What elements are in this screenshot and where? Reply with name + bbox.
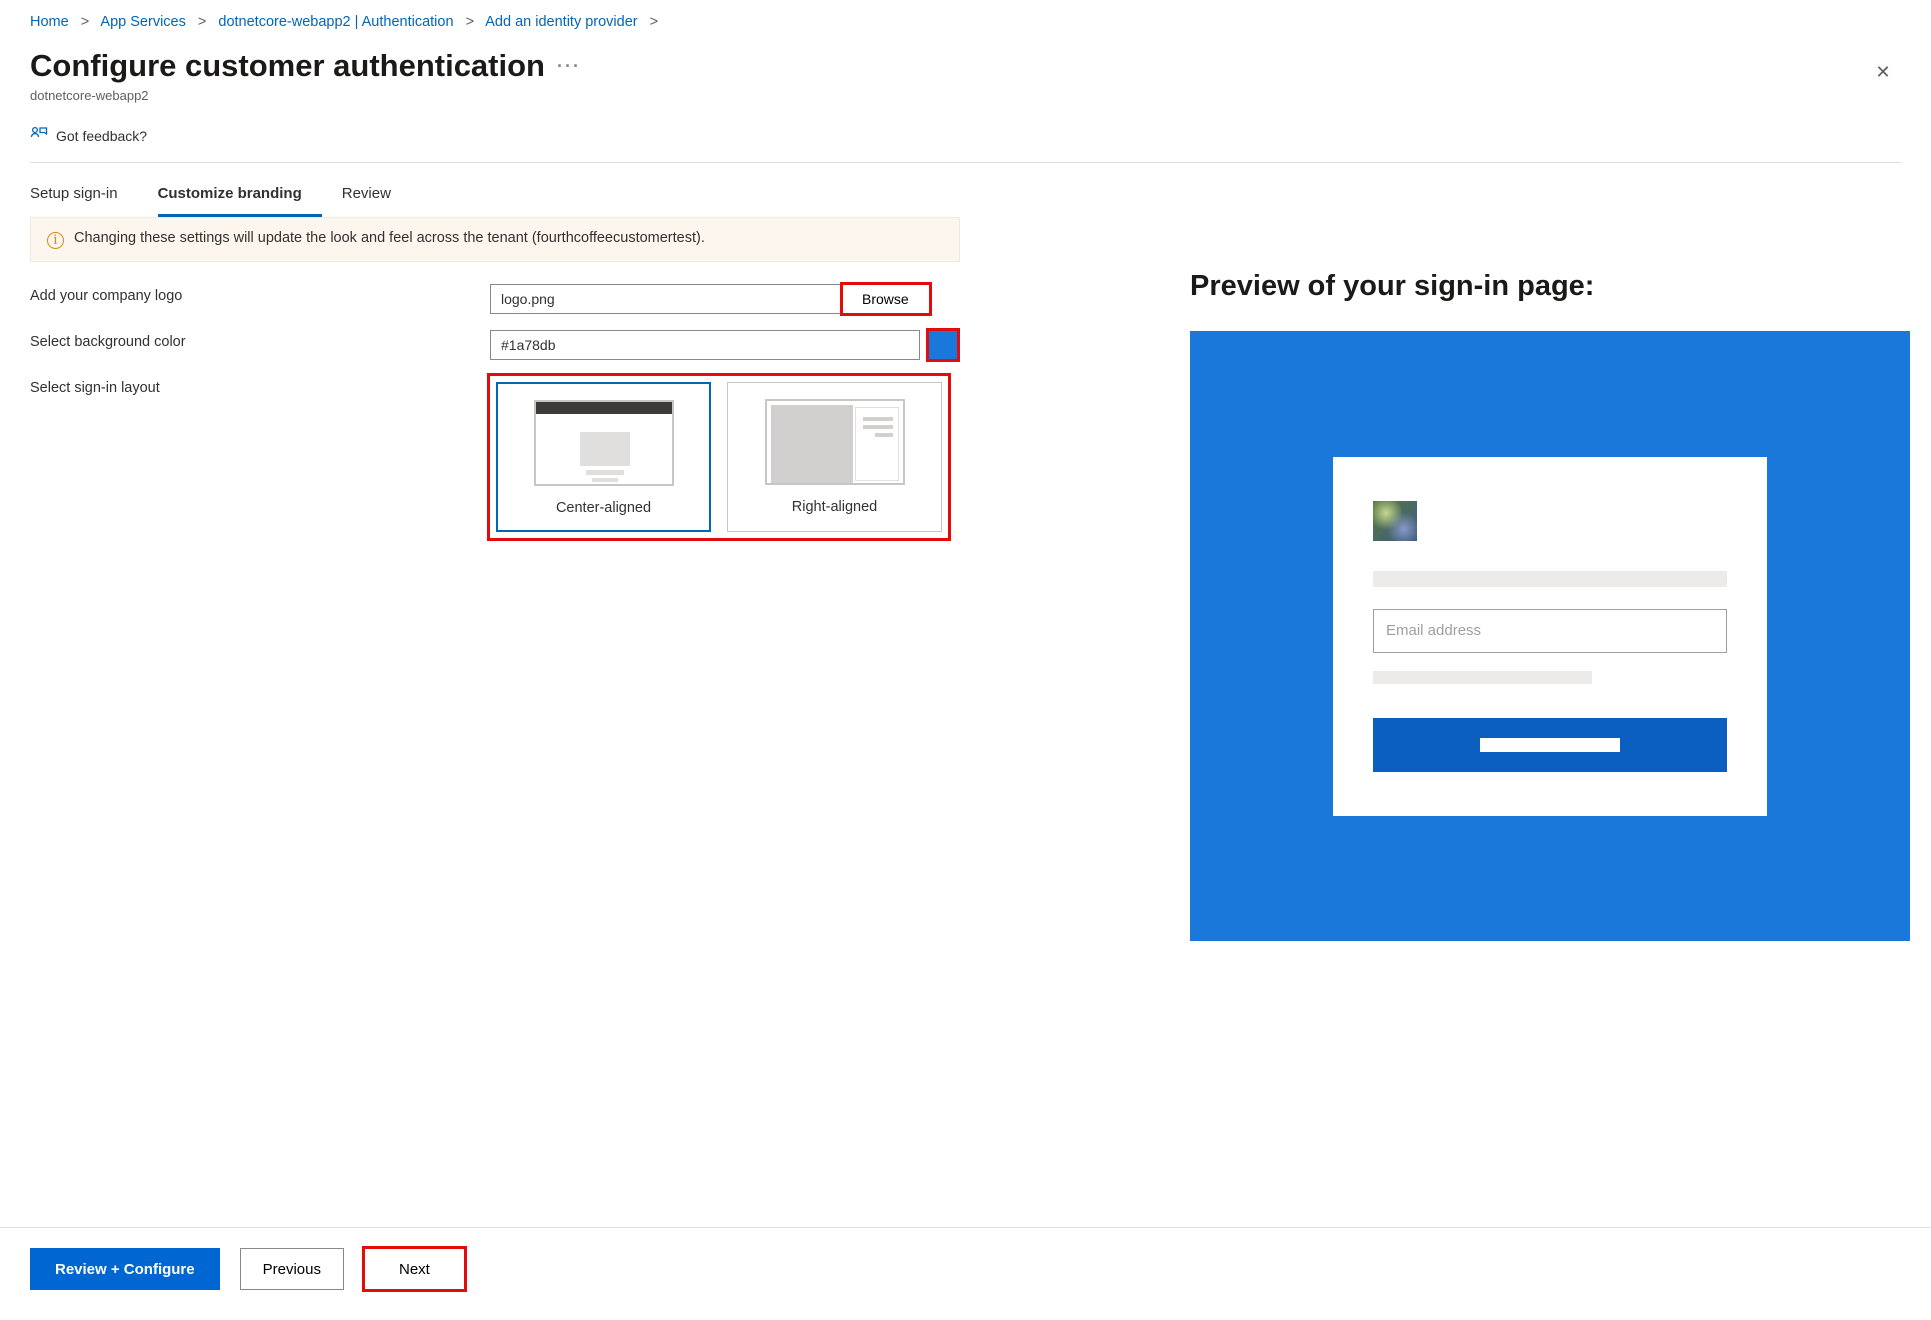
next-button[interactable]: Next <box>364 1248 465 1290</box>
page-subtitle: dotnetcore-webapp2 <box>30 88 581 103</box>
bg-color-label: Select background color <box>30 330 490 350</box>
preview-signin-button <box>1373 718 1727 772</box>
layout-center-label: Center-aligned <box>498 500 709 516</box>
preview-canvas: Email address <box>1190 331 1910 941</box>
breadcrumb: Home > App Services > dotnetcore-webapp2… <box>30 0 1901 40</box>
feedback-link[interactable]: Got feedback? <box>56 128 147 144</box>
feedback-icon <box>30 125 48 146</box>
layout-right-graphic <box>765 399 905 485</box>
breadcrumb-app-services[interactable]: App Services <box>100 14 185 30</box>
logo-label: Add your company logo <box>30 284 490 304</box>
preview-placeholder-bar <box>1373 671 1592 684</box>
info-banner: i Changing these settings will update th… <box>30 217 960 262</box>
breadcrumb-sep: > <box>466 14 474 30</box>
breadcrumb-home[interactable]: Home <box>30 14 69 30</box>
close-button[interactable]: ✕ <box>1865 54 1901 91</box>
logo-file-input[interactable] <box>490 284 842 314</box>
layout-option-right[interactable]: Right-aligned <box>727 382 942 532</box>
breadcrumb-sep: > <box>198 14 206 30</box>
preview-placeholder-bar <box>1373 571 1727 587</box>
page-title: Configure customer authentication··· <box>30 48 581 84</box>
layout-option-center[interactable]: Center-aligned <box>496 382 711 532</box>
preview-signin-card: Email address <box>1333 457 1767 816</box>
bg-color-input[interactable] <box>490 330 920 360</box>
preview-title: Preview of your sign-in page: <box>1190 270 1910 303</box>
review-configure-button[interactable]: Review + Configure <box>30 1248 220 1290</box>
info-banner-text: Changing these settings will update the … <box>74 230 705 249</box>
preview-email-input: Email address <box>1373 609 1727 653</box>
info-icon: i <box>47 232 64 249</box>
tab-review[interactable]: Review <box>342 173 411 217</box>
layout-label: Select sign-in layout <box>30 376 490 396</box>
breadcrumb-webapp-auth[interactable]: dotnetcore-webapp2 | Authentication <box>218 14 453 30</box>
tab-customize-branding[interactable]: Customize branding <box>158 173 322 217</box>
footer: Review + Configure Previous Next <box>0 1227 1931 1320</box>
breadcrumb-add-identity-provider[interactable]: Add an identity provider <box>485 14 637 30</box>
breadcrumb-sep: > <box>650 14 658 30</box>
browse-button[interactable]: Browse <box>842 284 930 314</box>
tabs: Setup sign-in Customize branding Review <box>30 173 1901 217</box>
layout-center-graphic <box>534 400 674 486</box>
bg-color-swatch[interactable] <box>928 330 958 360</box>
layout-right-label: Right-aligned <box>728 499 941 515</box>
tab-setup-sign-in[interactable]: Setup sign-in <box>30 173 138 217</box>
more-actions[interactable]: ··· <box>557 56 581 76</box>
breadcrumb-sep: > <box>81 14 89 30</box>
previous-button[interactable]: Previous <box>240 1248 344 1290</box>
preview-logo <box>1373 501 1417 541</box>
